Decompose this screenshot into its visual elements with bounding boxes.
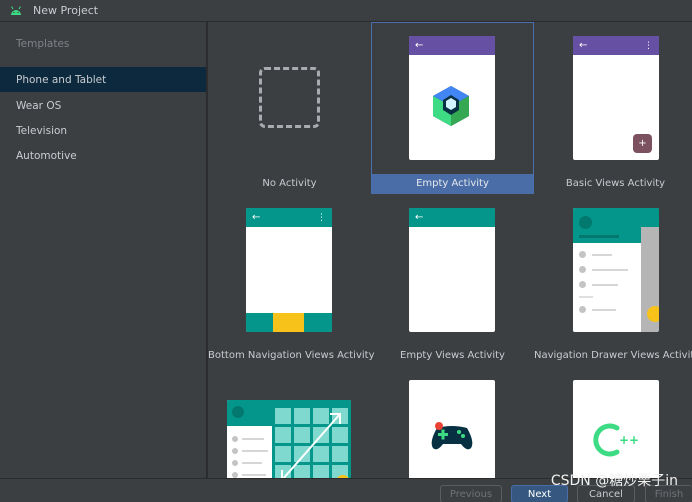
template-basic-views-activity[interactable]: ← ⋮ + Basic Views Activity <box>534 22 692 194</box>
back-arrow-icon: ← <box>579 40 588 51</box>
app-bar: ← ⋮ <box>246 208 332 227</box>
phone-preview <box>409 380 495 478</box>
template-label: Navigation Drawer Views Activity <box>534 350 692 361</box>
drawer-item-line <box>592 269 628 271</box>
phone-preview: ← <box>409 208 495 332</box>
list-item-icon <box>232 460 238 466</box>
bottom-navigation-selected-item <box>273 313 304 332</box>
title-bar: New Project <box>0 0 692 22</box>
app-bar: ← <box>409 208 495 227</box>
sidebar-item-label: Phone and Tablet <box>16 73 107 86</box>
more-options-icon: ⋮ <box>317 212 326 223</box>
sidebar-item-phone-and-tablet[interactable]: Phone and Tablet <box>0 67 206 92</box>
sidebar-item-automotive[interactable]: Automotive <box>0 143 206 168</box>
template-native-cpp[interactable]: ++ <box>534 366 692 478</box>
fab-icon <box>647 306 659 322</box>
previous-button[interactable]: Previous <box>440 485 502 502</box>
sidebar-item-television[interactable]: Television <box>0 118 206 143</box>
list-pane <box>227 400 272 478</box>
jetpack-compose-icon <box>433 86 469 126</box>
drawer-header-line <box>579 235 619 238</box>
template-empty-activity[interactable]: ← Empty Activity <box>371 22 534 194</box>
list-item-line <box>242 462 262 464</box>
template-responsive-views-activity[interactable] <box>208 366 371 478</box>
template-navigation-drawer-views-activity[interactable]: Navigation Drawer Views Activity <box>534 194 692 366</box>
template-empty-views-activity[interactable]: ← Empty Views Activity <box>371 194 534 366</box>
list-item-line <box>242 474 266 476</box>
drawer-item-icon <box>579 281 586 288</box>
phone-preview: ++ <box>573 380 659 478</box>
list-item-line <box>242 438 264 440</box>
window-title: New Project <box>33 4 99 17</box>
template-label: Basic Views Activity <box>565 178 666 189</box>
phone-preview: ← ⋮ <box>246 208 332 332</box>
template-no-activity[interactable]: No Activity <box>208 22 371 194</box>
drawer-item-icon <box>579 306 586 313</box>
drawer-divider <box>579 296 593 298</box>
template-grid: No Activity ← Empty Activity ← ⋮ + Basic… <box>208 22 692 478</box>
more-options-icon: ⋮ <box>644 40 653 51</box>
template-label: Empty Views Activity <box>400 350 505 361</box>
drawer-item-icon <box>579 266 586 273</box>
list-item-line <box>242 450 268 452</box>
template-label: Empty Activity <box>372 174 533 194</box>
sidebar-item-label: Wear OS <box>16 99 62 112</box>
drawer-item-line <box>592 284 618 286</box>
cpp-icon: ++ <box>593 423 639 457</box>
drawer-item-icon <box>579 251 586 258</box>
app-bar: ← <box>409 36 495 55</box>
grid-pane <box>272 400 351 478</box>
phone-preview: ← ⋮ + <box>573 36 659 160</box>
sidebar-item-label: Automotive <box>16 149 77 162</box>
drawer-header <box>573 208 641 243</box>
back-arrow-icon: ← <box>252 212 261 223</box>
back-arrow-icon: ← <box>415 40 424 51</box>
list-pane-header <box>227 400 272 426</box>
watermark: CSDN @糖炒栗子in <box>550 473 678 489</box>
template-bottom-navigation-views-activity[interactable]: ← ⋮ Bottom Navigation Views Activity <box>208 194 375 366</box>
list-item-icon <box>232 436 238 442</box>
list-item-icon <box>232 448 238 454</box>
no-activity-placeholder-icon <box>259 67 320 128</box>
sidebar-item-label: Television <box>16 124 68 137</box>
fab-plus-icon: + <box>633 134 652 153</box>
template-label: No Activity <box>262 178 317 189</box>
bottom-navigation-bar <box>246 313 332 332</box>
back-arrow-icon: ← <box>415 212 424 223</box>
game-controller-icon <box>431 422 473 450</box>
navigation-drawer <box>573 208 641 332</box>
avatar <box>579 216 592 229</box>
templates-sidebar: Templates Phone and Tablet Wear OS Telev… <box>0 22 207 478</box>
sidebar-item-wear-os[interactable]: Wear OS <box>0 93 206 118</box>
template-label: Bottom Navigation Views Activity <box>208 350 375 361</box>
app-bar: ← ⋮ <box>573 36 659 55</box>
phone-preview: ← <box>409 36 495 160</box>
android-icon <box>11 5 21 15</box>
phone-preview <box>573 208 659 332</box>
templates-section-label: Templates <box>16 38 70 50</box>
drawer-item-line <box>592 254 612 256</box>
drawer-item-line <box>592 309 616 311</box>
avatar <box>232 406 244 418</box>
tablet-preview <box>227 400 351 478</box>
template-game-activity[interactable] <box>371 366 534 478</box>
svg-text:++: ++ <box>619 433 639 447</box>
